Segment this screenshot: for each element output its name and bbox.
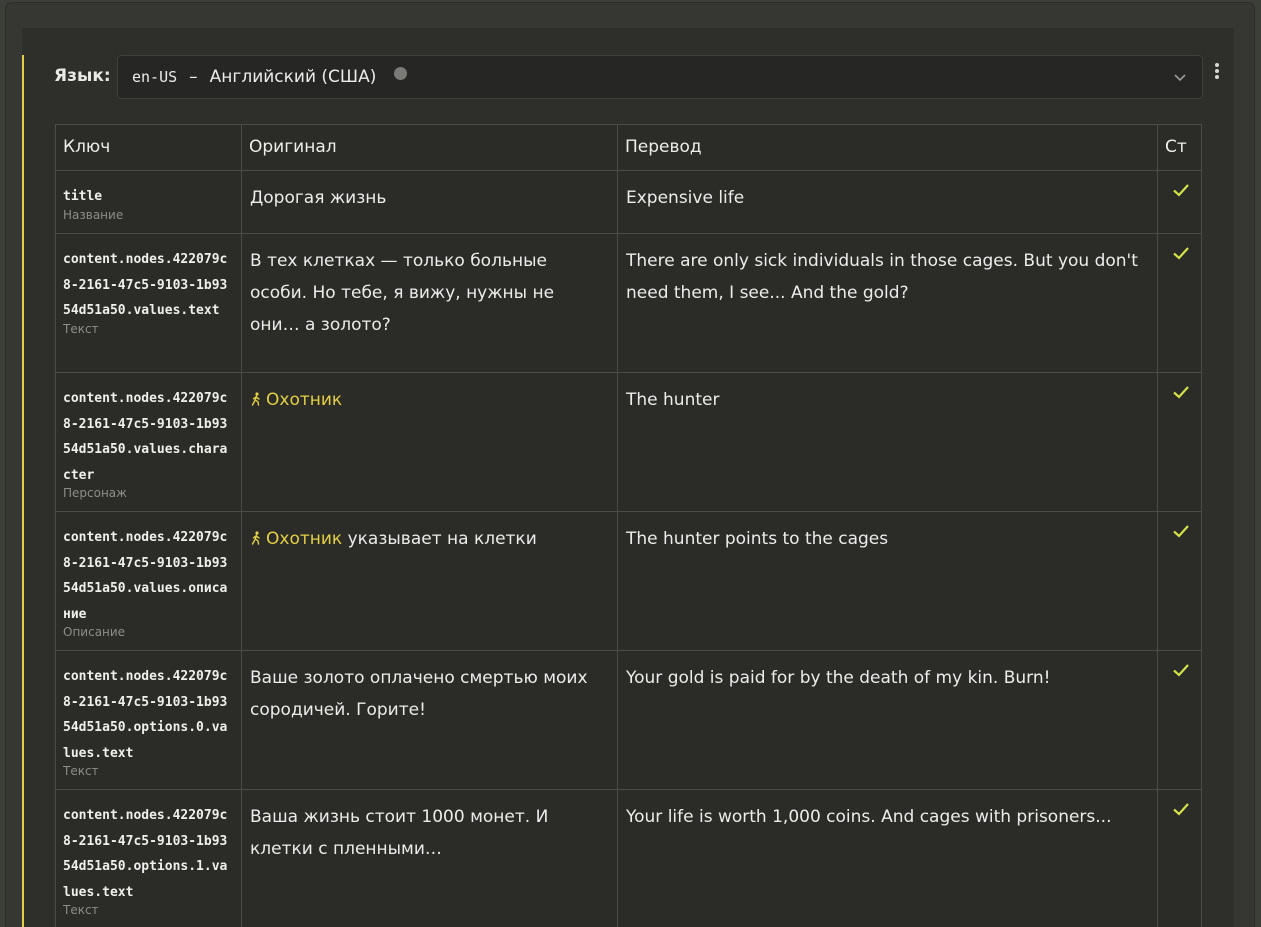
language-code: en-US xyxy=(132,68,178,86)
column-header-translation[interactable]: Перевод xyxy=(617,124,1158,171)
language-label: Язык: xyxy=(54,66,111,86)
accent-bar xyxy=(22,55,24,927)
status-cell xyxy=(1157,789,1202,927)
table-header-row: Ключ Оригинал Перевод Ст xyxy=(55,124,1202,171)
status-cell xyxy=(1157,170,1202,234)
chevron-down-icon xyxy=(1174,74,1186,82)
column-header-key[interactable]: Ключ xyxy=(55,124,242,171)
column-header-status[interactable]: Ст xyxy=(1157,124,1202,171)
key-type: Текст xyxy=(63,321,99,336)
key-type: Текст xyxy=(63,764,99,778)
translation-cell[interactable]: Your life is worth 1,000 coins. And cage… xyxy=(617,789,1158,927)
table-row[interactable]: title Название Дорогая жизнь Expensive l… xyxy=(55,170,1202,234)
column-header-original[interactable]: Оригинал xyxy=(241,124,618,171)
translation-cell[interactable]: There are only sick individuals in those… xyxy=(617,233,1158,373)
original-cell: Охотник xyxy=(241,372,618,512)
key-text: content.nodes.422079c8-2161-47c5-9103-1b… xyxy=(63,669,228,761)
table-row[interactable]: content.nodes.422079c8-2161-47c5-9103-1b… xyxy=(55,650,1202,790)
translation-cell[interactable]: Expensive life xyxy=(617,170,1158,234)
status-dot-icon xyxy=(394,66,408,80)
key-cell: content.nodes.422079c8-2161-47c5-9103-1b… xyxy=(55,372,242,512)
status-cell xyxy=(1157,372,1202,512)
key-type: Описание xyxy=(63,625,126,639)
translation-cell[interactable]: The hunter xyxy=(617,372,1158,512)
key-text: content.nodes.422079c8-2161-47c5-9103-1b… xyxy=(63,530,228,622)
original-cell: Охотник указывает на клетки xyxy=(241,511,618,651)
check-icon xyxy=(1172,525,1189,538)
table-row[interactable]: content.nodes.422079c8-2161-47c5-9103-1b… xyxy=(55,233,1202,373)
table-row[interactable]: content.nodes.422079c8-2161-47c5-9103-1b… xyxy=(55,372,1202,512)
character-tag: Охотник xyxy=(250,390,342,410)
key-type: Название xyxy=(63,207,124,222)
key-cell: title Название xyxy=(55,170,242,234)
key-text: content.nodes.422079c8-2161-47c5-9103-1b… xyxy=(63,252,228,318)
check-icon xyxy=(1172,184,1189,197)
key-text: content.nodes.422079c8-2161-47c5-9103-1b… xyxy=(63,391,228,483)
check-icon xyxy=(1172,386,1189,399)
character-name: Охотник xyxy=(266,529,343,549)
original-cell: Ваше золото оплачено смертью моих сороди… xyxy=(241,650,618,790)
original-cell: Дорогая жизнь xyxy=(241,170,618,234)
status-cell xyxy=(1157,233,1202,373)
original-rest: указывает на клетки xyxy=(342,529,537,549)
key-text: content.nodes.422079c8-2161-47c5-9103-1b… xyxy=(63,808,228,900)
translation-cell[interactable]: Your gold is paid for by the death of my… xyxy=(617,650,1158,790)
character-name: Охотник xyxy=(266,390,343,410)
key-type: Текст xyxy=(63,903,99,917)
walking-person-icon xyxy=(251,531,260,545)
check-icon xyxy=(1172,664,1189,677)
check-icon xyxy=(1172,803,1189,816)
original-cell: В тех клетках — только больные особи. Но… xyxy=(241,233,618,373)
key-cell: content.nodes.422079c8-2161-47c5-9103-1b… xyxy=(55,511,242,651)
more-options-icon[interactable] xyxy=(1210,63,1224,85)
key-text: title xyxy=(63,189,103,204)
key-cell: content.nodes.422079c8-2161-47c5-9103-1b… xyxy=(55,233,242,373)
walking-person-icon xyxy=(251,392,260,406)
status-cell xyxy=(1157,511,1202,651)
key-cell: content.nodes.422079c8-2161-47c5-9103-1b… xyxy=(55,789,242,927)
language-name: Английский (США) xyxy=(209,67,377,87)
translation-cell[interactable]: The hunter points to the cages xyxy=(617,511,1158,651)
language-separator: – xyxy=(189,67,198,87)
status-cell xyxy=(1157,650,1202,790)
key-cell: content.nodes.422079c8-2161-47c5-9103-1b… xyxy=(55,650,242,790)
character-tag: Охотник xyxy=(250,529,342,549)
check-icon xyxy=(1172,247,1189,260)
original-cell: Ваша жизнь стоит 1000 монет. И клетки с … xyxy=(241,789,618,927)
table-row[interactable]: content.nodes.422079c8-2161-47c5-9103-1b… xyxy=(55,511,1202,651)
table-row[interactable]: content.nodes.422079c8-2161-47c5-9103-1b… xyxy=(55,789,1202,927)
translations-table: Ключ Оригинал Перевод Ст title Название … xyxy=(55,124,1202,927)
language-select[interactable]: en-US – Английский (США) xyxy=(117,55,1203,99)
key-type: Персонаж xyxy=(63,486,127,500)
